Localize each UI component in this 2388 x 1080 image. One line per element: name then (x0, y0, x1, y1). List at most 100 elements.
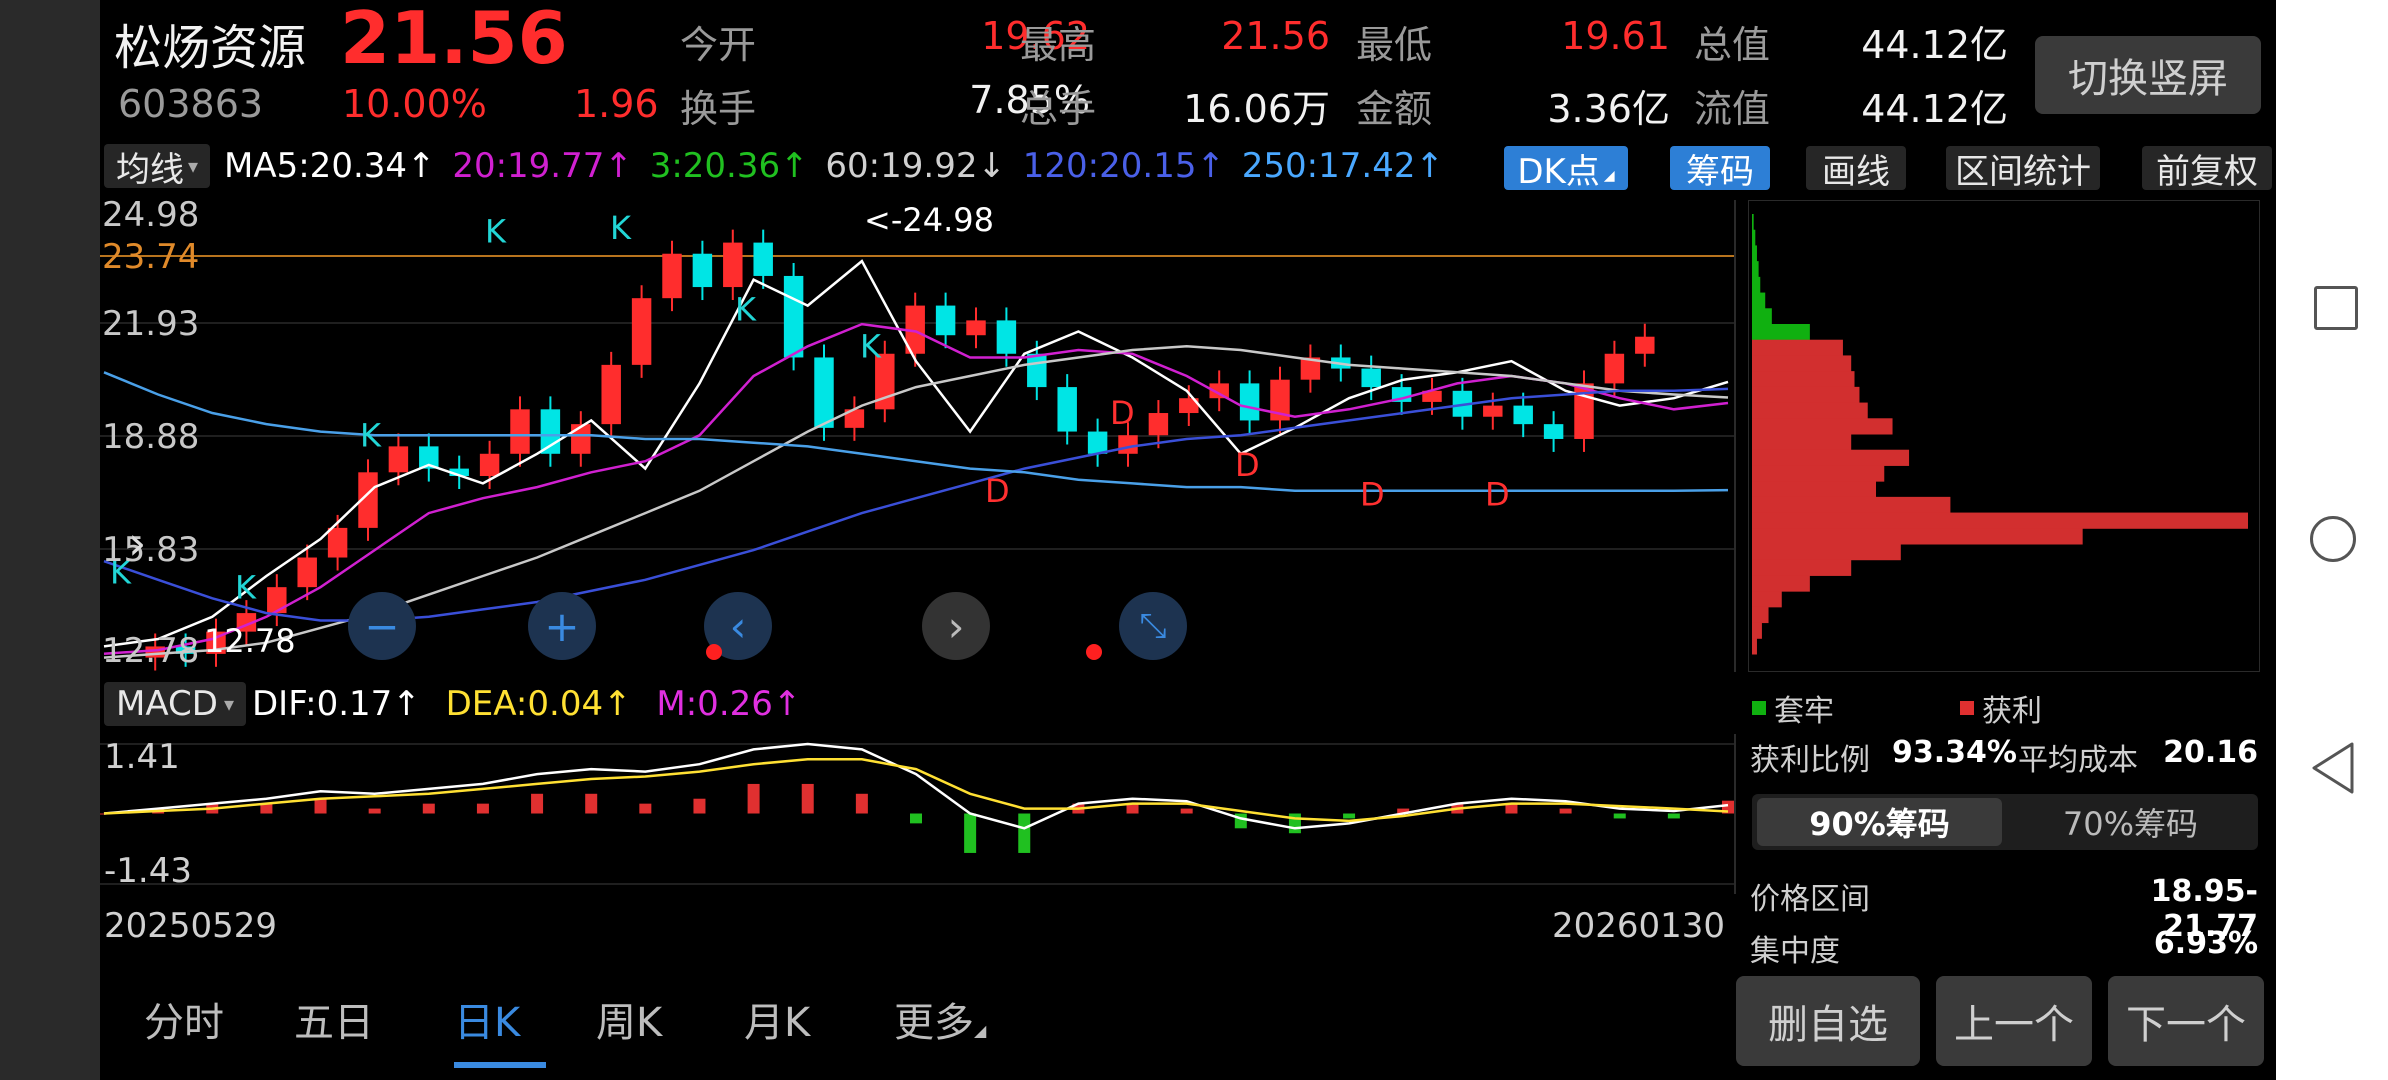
chip-bar (1752, 591, 1782, 608)
high-label: 最高 (1020, 23, 1097, 67)
draw-line-button[interactable]: 画线 (1806, 146, 1906, 192)
dk-marker: D (1110, 394, 1135, 432)
open-label: 今开 (680, 23, 757, 67)
chip-bar (1752, 261, 1759, 278)
candle-body (1239, 383, 1260, 421)
macd-histogram-bar (693, 798, 706, 814)
tab-more-label: 更多 (894, 1000, 974, 1046)
macd-histogram-bar (1180, 808, 1193, 814)
kline-chart[interactable]: K KKK KKKDDDD D 24.9823.7421.9318.8815.8312… (100, 200, 1736, 672)
tab-monthly-k[interactable]: 月K (744, 990, 810, 1048)
tab-more[interactable]: 更多◢ (894, 990, 986, 1048)
chip-bar (1752, 528, 2083, 545)
macd-histogram-bar (585, 793, 598, 814)
tab-90-chips[interactable]: 90%筹码 (1757, 798, 2002, 846)
candle-body (1087, 431, 1108, 454)
candle-body (267, 587, 287, 614)
candle-body (1361, 368, 1381, 388)
date-start: 20250529 (104, 906, 278, 946)
ma3-value: 3:20.36↑ (649, 146, 809, 186)
profit-swatch-icon (1960, 701, 1974, 715)
tab-five-day[interactable]: 五日 (294, 990, 374, 1048)
macd-histogram-bar (1018, 813, 1031, 853)
macd-histogram-bar (1288, 813, 1301, 834)
chip-bar (1752, 276, 1761, 294)
tab-daily-k[interactable]: 日K (454, 990, 520, 1048)
ma120-value: 120:20.15↑ (1022, 146, 1225, 186)
price-axis-label: 24.98 (102, 200, 199, 235)
tab-intraday[interactable]: 分时 (144, 990, 224, 1048)
candle-body (601, 364, 621, 425)
chip-bar (1752, 339, 1843, 356)
chip-bar (1752, 355, 1852, 372)
chip-bar (1752, 418, 1893, 435)
low-label: 最低 (1356, 23, 1433, 67)
event-dot (706, 644, 722, 660)
profit-ratio-label: 获利比例 (1750, 743, 1870, 778)
profit-ratio-value: 93.34% (1892, 735, 2017, 770)
tab-70-chips[interactable]: 70%筹码 (2008, 798, 2253, 846)
candle-body (1027, 353, 1047, 388)
candle-body (996, 320, 1017, 354)
macd-axis-bottom: -1.43 (104, 851, 192, 891)
range-stats-button[interactable]: 区间统计 (1946, 146, 2100, 192)
candle-body (723, 242, 743, 288)
candle-body (1118, 435, 1138, 454)
candle-body (753, 242, 773, 276)
switch-portrait-button[interactable]: 切换竖屏 (2035, 36, 2261, 114)
macd-histogram-bar (476, 803, 489, 814)
chip-bar (1752, 371, 1855, 388)
candle-body (631, 298, 652, 365)
chip-bar (1752, 544, 1901, 561)
forward-adjust-button[interactable]: 前复权 (2142, 146, 2272, 192)
reset-zoom-icon[interactable]: ⤡ (1119, 592, 1187, 660)
dk-marker: D (985, 472, 1010, 510)
zoom-out-icon[interactable]: − (348, 592, 416, 660)
candle-body (540, 409, 561, 454)
chip-bar (1752, 606, 1769, 624)
macd-histogram-bar (1343, 813, 1356, 819)
zoom-in-icon[interactable]: + (528, 592, 596, 660)
next-stock-button[interactable]: 下一个 (2108, 976, 2264, 1066)
chips-button[interactable]: 筹码 (1670, 146, 1770, 192)
ma-selector[interactable]: 均线 ▾ (104, 144, 210, 190)
chip-bar (1752, 465, 1885, 482)
chip-bar (1752, 622, 1762, 639)
legend-trapped: 套牢 (1752, 686, 1834, 730)
macd-histogram-bar (801, 783, 814, 814)
dk-point-button[interactable]: DK点 ◢ (1504, 146, 1628, 192)
back-icon[interactable] (2308, 740, 2358, 796)
avg-cost-value: 20.16 (2163, 735, 2258, 770)
chip-bar (1752, 575, 1810, 592)
dk-marker: K (360, 416, 382, 454)
chip-bar (1752, 512, 2248, 529)
ma60-value: 60:19.92↓ (825, 146, 1006, 186)
price-axis-label: 12.78 (102, 631, 199, 671)
macd-chart[interactable]: 1.41 -1.43 (100, 734, 1736, 894)
recent-apps-icon[interactable] (2314, 286, 2358, 330)
candle-body (692, 253, 713, 288)
volume-value: 16.06万 (1183, 87, 1330, 131)
macd-histogram-bar (1559, 808, 1572, 814)
scroll-right-icon[interactable]: › (922, 592, 990, 660)
chip-distribution-chart (1748, 200, 2260, 672)
macd-histogram-bar (1667, 813, 1680, 819)
macd-histogram-bar (314, 798, 327, 814)
candle-body (1635, 336, 1655, 354)
home-icon[interactable] (2310, 516, 2356, 562)
dk-marker: K (610, 209, 632, 247)
previous-stock-button[interactable]: 上一个 (1936, 976, 2092, 1066)
macd-histogram-bar (910, 813, 922, 824)
stock-detail-screen: 松炀资源 21.56 603863 10.00% 1.96 今开 19.62 最… (100, 0, 2276, 1080)
macd-selector[interactable]: MACD ▾ (104, 682, 246, 726)
candle-body (966, 320, 986, 336)
macd-histogram-bar (1234, 813, 1247, 829)
expand-left-icon[interactable]: › (128, 516, 146, 570)
price-axis-label: 15.83 (102, 530, 199, 570)
tab-weekly-k[interactable]: 周K (596, 990, 662, 1048)
chevron-down-icon: ▾ (187, 154, 199, 178)
candle-body (1148, 413, 1169, 436)
dk-marker: D (1360, 476, 1385, 514)
remove-watchlist-button[interactable]: 删自选 (1736, 976, 1920, 1066)
candle-body (571, 424, 591, 454)
